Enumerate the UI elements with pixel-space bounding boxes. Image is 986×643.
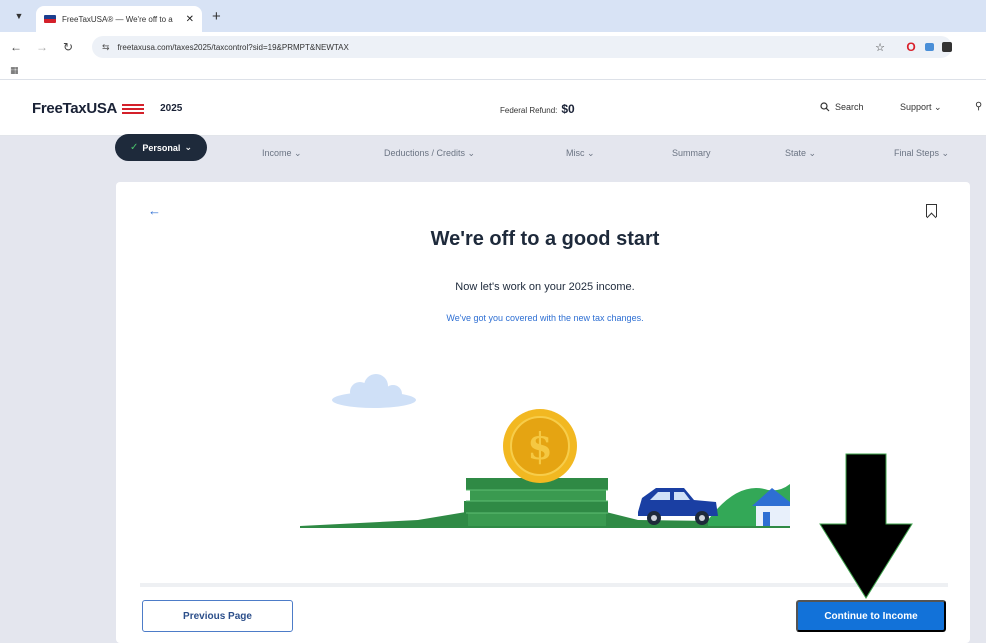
dollar-coin-icon: $ xyxy=(503,409,577,483)
tax-year: 2025 xyxy=(160,103,183,114)
flag-favicon-icon xyxy=(44,15,56,23)
bookmark-star-icon[interactable]: ☆ xyxy=(875,41,885,54)
page-subtitle-text: Now let's work on your 2025 income. xyxy=(455,281,635,293)
extension-icon[interactable] xyxy=(925,43,934,51)
url-text: freetaxusa.com/taxes2025/taxcontrol?sid=… xyxy=(117,42,349,52)
car-icon xyxy=(638,488,718,525)
reload-icon[interactable]: ↻ xyxy=(62,40,74,54)
browser-tab-bar: ▼ FreeTaxUSA® — We're off to a ✕ + xyxy=(0,0,986,32)
browser-tab[interactable]: FreeTaxUSA® — We're off to a ✕ xyxy=(36,6,202,32)
new-tab-icon[interactable]: + xyxy=(212,8,221,25)
money-stack-icon xyxy=(464,478,608,526)
site-header: FreeTaxUSA 2025 Federal Refund: $0 Searc… xyxy=(0,80,986,136)
previous-page-button[interactable]: Previous Page xyxy=(142,600,293,632)
site-info-icon[interactable]: ⇆ xyxy=(102,42,110,53)
step-final-steps[interactable]: Final Steps ⌄ xyxy=(894,148,949,159)
tax-changes-link-row: We've got you covered with the new tax c… xyxy=(0,313,986,323)
annotation-down-arrow-icon xyxy=(819,453,913,599)
address-bar[interactable]: ⇆ freetaxusa.com/taxes2025/taxcontrol?si… xyxy=(92,36,952,58)
opera-extension-icon[interactable]: O xyxy=(905,40,917,54)
federal-refund: Federal Refund: $0 xyxy=(500,102,575,116)
continue-to-income-button[interactable]: Continue to Income xyxy=(796,600,946,632)
tab-search-chevron-icon[interactable]: ▼ xyxy=(8,5,30,27)
step-misc[interactable]: Misc ⌄ xyxy=(566,148,595,159)
step-deductions-credits[interactable]: Deductions / Credits ⌄ xyxy=(384,148,475,159)
freetaxusa-logo[interactable]: FreeTaxUSA 2025 xyxy=(32,100,182,117)
income-illustration: $ xyxy=(300,374,790,528)
page-subtitle: Now let's work on your 2025 income. xyxy=(0,281,986,293)
page-title-text: We're off to a good start xyxy=(430,228,660,250)
flag-stripes-icon xyxy=(122,103,145,114)
extension-icon[interactable] xyxy=(942,42,952,52)
tax-changes-link[interactable]: We've got you covered with the new tax c… xyxy=(446,313,643,323)
tab-title: FreeTaxUSA® — We're off to a xyxy=(62,14,173,24)
refund-label: Federal Refund: xyxy=(500,106,558,115)
cloud-icon xyxy=(332,374,416,408)
page-title: We're off to a good start xyxy=(0,228,986,251)
step-personal-active[interactable]: ✓ Personal ⌄ xyxy=(115,134,207,161)
step-state[interactable]: State ⌄ xyxy=(785,148,816,159)
user-icon[interactable]: ⚲ xyxy=(975,101,982,112)
back-nav-icon[interactable]: ← xyxy=(10,40,22,54)
brand-name: FreeTaxUSA xyxy=(32,100,118,117)
checkmark-icon: ✓ xyxy=(130,142,139,153)
browser-toolbar: ← → ↻ ⇆ freetaxusa.com/taxes2025/taxcont… xyxy=(0,32,986,62)
back-arrow-icon[interactable]: ← xyxy=(148,203,161,218)
chevron-down-icon: ⌄ xyxy=(184,142,192,152)
close-tab-icon[interactable]: ✕ xyxy=(186,14,194,25)
search-icon xyxy=(820,102,830,112)
support-menu[interactable]: Support ⌄ xyxy=(900,102,942,113)
step-personal-label: Personal xyxy=(142,142,181,153)
refund-amount: $0 xyxy=(561,102,575,116)
forward-nav-icon[interactable]: → xyxy=(36,40,48,54)
step-summary[interactable]: Summary xyxy=(672,148,711,158)
apps-grid-icon[interactable]: ▦ xyxy=(10,65,19,75)
step-income[interactable]: Income ⌄ xyxy=(262,148,302,159)
search-link[interactable]: Search xyxy=(820,102,864,112)
bookmark-icon[interactable] xyxy=(926,204,937,217)
svg-text:$: $ xyxy=(527,426,552,468)
bookmarks-bar: ▦ xyxy=(0,62,986,80)
search-label: Search xyxy=(835,102,864,112)
